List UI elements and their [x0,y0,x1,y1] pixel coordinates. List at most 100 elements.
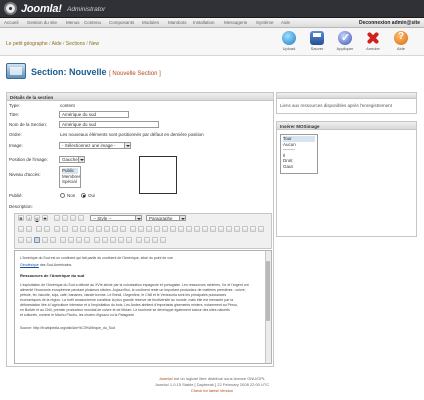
back-color-button[interactable] [126,237,132,243]
cancel-label: Annuler [366,46,380,51]
insert-time-button[interactable] [258,226,264,232]
menu-components[interactable]: Composants [109,20,134,25]
align-justify-button[interactable] [78,215,84,221]
fullscreen-button[interactable] [94,237,100,243]
row-props-button[interactable] [138,226,144,232]
numbered-list-button[interactable] [26,226,32,232]
help-icon [394,31,408,45]
type-label: Type: [9,103,21,108]
undo-button[interactable] [54,226,60,232]
replace-button[interactable] [242,226,248,232]
cell-props-button[interactable] [146,226,152,232]
html-button[interactable] [120,226,126,232]
footer-check-version-link[interactable]: Check for latest Version [0,388,424,394]
align-left-button[interactable] [54,215,60,221]
editor-content-area[interactable]: L'Amérique du Sud est un continent qui f… [14,250,272,364]
outdent-button[interactable] [36,226,42,232]
style-select[interactable]: -- Style -- [90,215,142,221]
chevron-down-icon [124,143,130,148]
underline-button[interactable]: U [34,215,40,221]
help-button[interactable]: Aide [390,31,412,53]
breadcrumb-item: New [89,41,100,47]
section-name-input[interactable]: Amérique du sud [59,121,159,128]
cancel-button[interactable]: Annuler [362,31,384,53]
menu-modules[interactable]: Modules [142,20,159,25]
insert-row-after-button[interactable] [162,226,168,232]
link-button[interactable] [72,226,78,232]
strikethrough-button[interactable]: S [42,215,48,221]
menu-home[interactable]: Accueil [4,20,19,25]
special-char-button[interactable] [60,237,66,243]
hr-button[interactable] [18,237,24,243]
media-button[interactable] [84,237,90,243]
save-button[interactable]: Sauver [306,31,328,53]
split-cells-button[interactable] [202,226,208,232]
image-button[interactable] [96,226,102,232]
rtl-button[interactable] [110,237,116,243]
visual-aid-button[interactable] [34,237,40,243]
menu-help[interactable]: Aide [281,20,290,25]
bullet-list-button[interactable] [18,226,24,232]
editor-scroll-thumb[interactable] [266,261,270,321]
mosimage-list[interactable]: Tour Aucun -------- Il Droit Gaut [280,134,318,174]
insert-row-before-button[interactable] [154,226,160,232]
ltr-button[interactable] [102,237,108,243]
delete-row-button[interactable] [170,226,176,232]
delete-col-button[interactable] [194,226,200,232]
paste-word-button[interactable] [226,226,232,232]
breadcrumb-item[interactable]: Aide [52,41,62,47]
upload-button[interactable]: Upload [278,31,300,53]
subscript-button[interactable] [42,237,48,243]
italic-button[interactable]: I [26,215,32,221]
breadcrumb-item[interactable]: Le petit géographe [6,41,48,47]
image-select[interactable]: - Sélectionnez une image - [59,142,131,149]
published-yes-radio[interactable] [81,193,86,198]
align-right-button[interactable] [70,215,76,221]
bold-button[interactable]: B [18,215,24,221]
menu-site[interactable]: Gestion du site [27,20,57,25]
layer-button[interactable] [152,237,158,243]
title-input[interactable]: Amérique du sud [59,111,129,118]
published-no-radio[interactable] [60,193,65,198]
emotions-button[interactable] [68,237,74,243]
help-label: Aide [396,46,405,51]
unlink-button[interactable] [80,226,86,232]
access-option[interactable]: Spécial [62,179,78,185]
insert-col-after-button[interactable] [186,226,192,232]
redo-button[interactable] [62,226,68,232]
preview-button[interactable] [144,237,150,243]
help-editor-button[interactable] [112,226,118,232]
logout-link[interactable]: Deconnexion admin@site [359,20,420,26]
image-position-select[interactable]: Gauche [59,156,85,163]
flash-button[interactable] [76,237,82,243]
superscript-button[interactable] [50,237,56,243]
insert-col-before-button[interactable] [178,226,184,232]
menu-messages[interactable]: Messagerie [224,20,247,25]
menu-content[interactable]: Contenu [84,20,101,25]
breadcrumb-item[interactable]: Sections [66,41,85,47]
access-level-list[interactable]: Public Membres Spécial [59,166,81,188]
cleanup-button[interactable] [104,226,110,232]
fore-color-button[interactable] [118,237,124,243]
menu-system[interactable]: Système [256,20,274,25]
paste-text-button[interactable] [218,226,224,232]
footer-brand-link[interactable]: Joomla! [159,376,173,381]
format-select[interactable]: Paragraphe [146,215,186,221]
editor-scrollbar[interactable] [265,251,271,363]
table-button[interactable] [130,226,136,232]
insert-date-button[interactable] [250,226,256,232]
anchor-button[interactable] [88,226,94,232]
style-props-button[interactable] [160,237,166,243]
align-center-button[interactable] [62,215,68,221]
editor-link[interactable]: Géodésique [20,263,39,267]
search-button[interactable] [234,226,240,232]
menu-menus[interactable]: Menus [66,20,80,25]
menu-mambots[interactable]: Mambots [168,20,187,25]
remove-format-button[interactable] [26,237,32,243]
apply-button[interactable]: Appliquer [334,31,356,53]
merge-cells-button[interactable] [210,226,216,232]
mosimage-option[interactable]: Gaut [283,164,315,170]
indent-button[interactable] [44,226,50,232]
print-button[interactable] [136,237,142,243]
menu-installation[interactable]: Installation [193,20,215,25]
